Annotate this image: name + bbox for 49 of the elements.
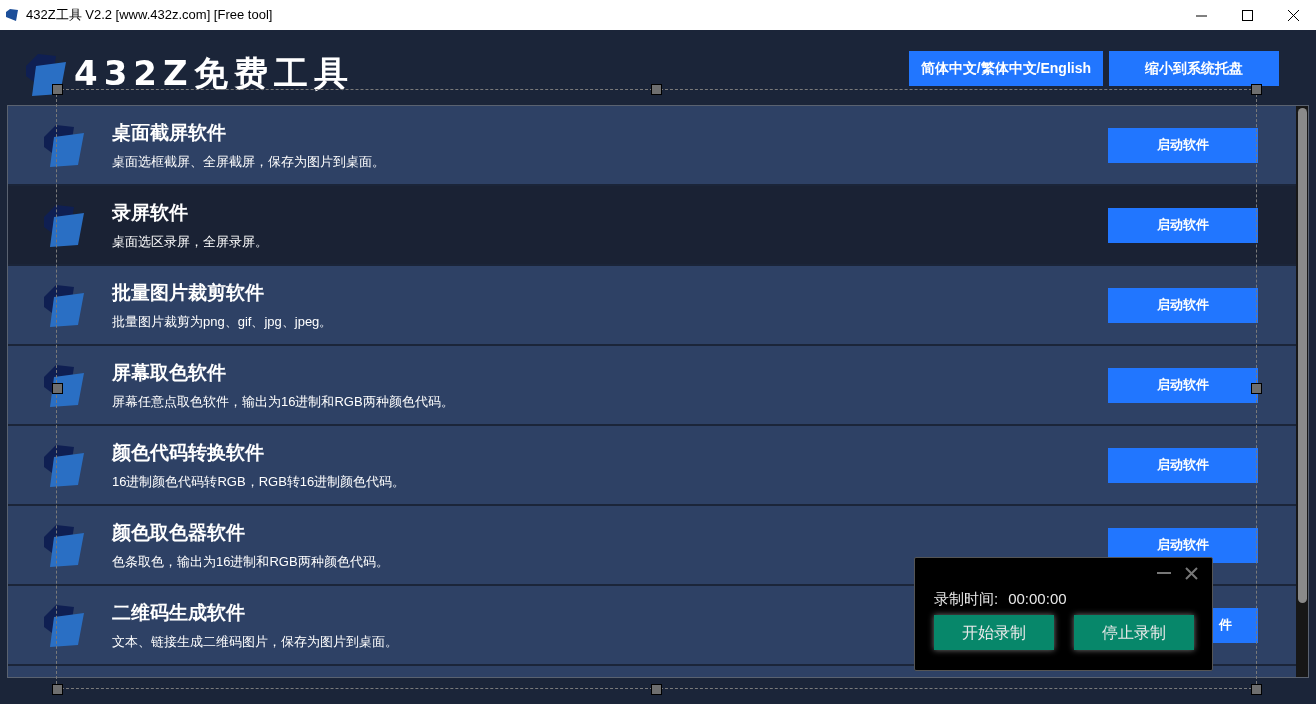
time-value: 00:00:00 bbox=[1008, 589, 1067, 609]
logo-text: 432Z免费工具 bbox=[74, 52, 354, 95]
cube-icon bbox=[42, 523, 86, 567]
cube-icon bbox=[42, 363, 86, 407]
window-title: 432Z工具 V2.2 [www.432z.com] [Free tool] bbox=[26, 6, 273, 25]
record-button[interactable]: 开始录制 bbox=[934, 615, 1054, 650]
tool-name: 颜色取色器软件 bbox=[112, 521, 246, 545]
app-icon bbox=[5, 8, 19, 22]
cube-icon bbox=[42, 203, 86, 247]
tool-description: 文本、链接生成二维码图片，保存为图片到桌面。 bbox=[112, 632, 398, 651]
launch-button[interactable]: 启动软件 bbox=[1108, 367, 1258, 403]
tool-description: 桌面选框截屏、全屏截屏，保存为图片到桌面。 bbox=[112, 152, 385, 171]
tool-description: 桌面选区录屏，全屏录屏。 bbox=[112, 232, 268, 251]
tool-name: 屏幕取色软件 bbox=[112, 361, 227, 385]
resize-handle[interactable] bbox=[1251, 684, 1262, 695]
cube-icon bbox=[42, 603, 86, 647]
resize-handle[interactable] bbox=[1251, 383, 1262, 394]
maximize-icon bbox=[1241, 9, 1253, 21]
tool-name: 批量图片裁剪软件 bbox=[112, 281, 265, 305]
resize-handle[interactable] bbox=[1251, 84, 1262, 95]
tool-description: 屏幕任意点取色软件，输出为16进制和RGB两种颜色代码。 bbox=[112, 392, 454, 411]
close-icon[interactable] bbox=[1185, 566, 1198, 580]
launch-button[interactable]: 启动软件 bbox=[1108, 447, 1258, 483]
resize-handle[interactable] bbox=[52, 84, 63, 95]
tool-row[interactable]: 录屏软件 桌面选区录屏，全屏录屏。 启动软件 bbox=[8, 186, 1296, 266]
resize-handle[interactable] bbox=[651, 684, 662, 695]
tool-name: 录屏软件 bbox=[112, 201, 189, 225]
launch-button[interactable]: 启动软件 bbox=[1108, 287, 1258, 323]
cube-icon bbox=[42, 123, 86, 167]
tool-name: 二维码生成软件 bbox=[112, 601, 246, 625]
launch-button[interactable]: 启动软件 bbox=[1108, 127, 1258, 163]
tool-description: 16进制颜色代码转RGB，RGB转16进制颜色代码。 bbox=[112, 472, 406, 491]
tool-name: 颜色代码转换软件 bbox=[112, 441, 265, 465]
tool-description: 色条取色，输出为16进制和RGB两种颜色代码。 bbox=[112, 552, 389, 571]
close-icon bbox=[1287, 9, 1299, 21]
launch-button[interactable]: 启动软件 bbox=[1108, 207, 1258, 243]
time-label: 录制时间: bbox=[934, 589, 999, 609]
scrollbar[interactable] bbox=[1296, 106, 1308, 677]
resize-handle[interactable] bbox=[52, 684, 63, 695]
tool-description: 批量图片裁剪为png、gif、jpg、jpeg。 bbox=[112, 312, 333, 331]
cube-icon bbox=[42, 443, 86, 487]
cube-icon bbox=[42, 283, 86, 327]
header-button[interactable]: 简体中文/繁体中文/English bbox=[908, 51, 1103, 86]
cube-icon bbox=[24, 51, 68, 96]
resize-handle[interactable] bbox=[651, 84, 662, 95]
record-button[interactable]: 停止录制 bbox=[1074, 615, 1194, 650]
resize-handle[interactable] bbox=[52, 383, 63, 394]
header-button[interactable]: 缩小到系统托盘 bbox=[1109, 51, 1279, 86]
tool-name: 桌面截屏软件 bbox=[112, 121, 227, 145]
